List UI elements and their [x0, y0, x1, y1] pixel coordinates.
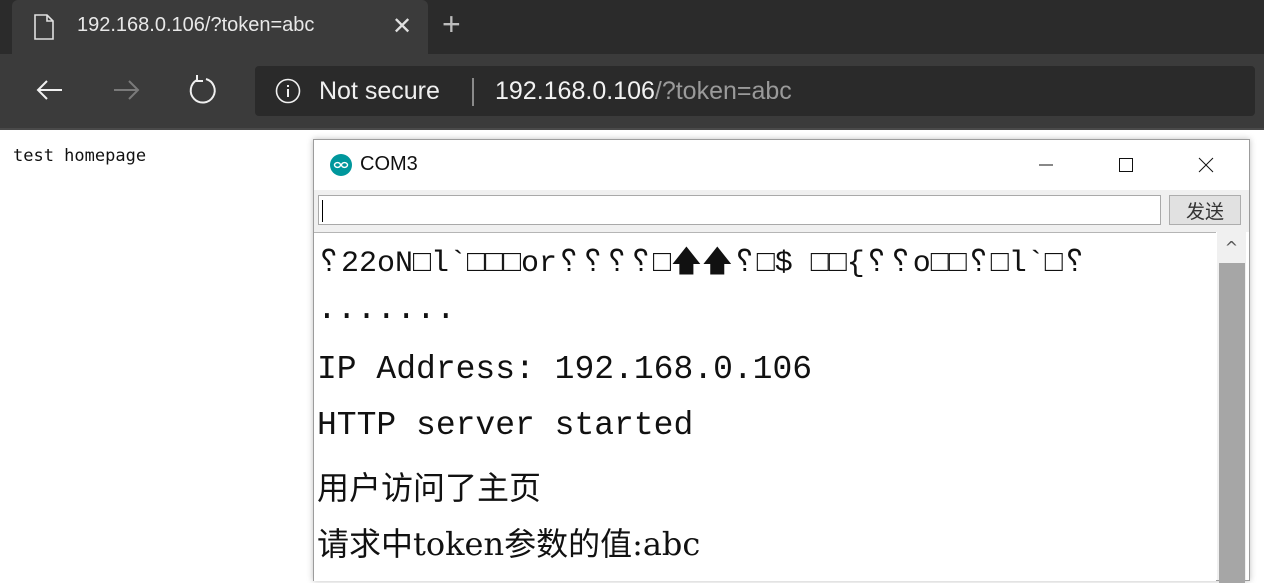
- output-line: 请求中token参数的值:abc: [317, 525, 701, 563]
- url-host: 192.168.0.106: [495, 77, 655, 105]
- window-titlebar[interactable]: COM3: [314, 140, 1249, 190]
- close-icon: [1198, 157, 1214, 173]
- vertical-scrollbar[interactable]: ^: [1217, 232, 1246, 583]
- send-row: 发送: [314, 190, 1249, 232]
- send-button[interactable]: 发送: [1169, 195, 1241, 225]
- back-arrow-icon[interactable]: [32, 72, 68, 108]
- output-line: ␦22oN□l`□□□or␦␦␦␦□🡅🡅␦□$ □□{␦␦o□□␦□l`□␦: [317, 247, 1087, 281]
- url-text[interactable]: 192.168.0.106/?token=abc: [495, 77, 792, 106]
- minimize-button[interactable]: [1026, 150, 1066, 180]
- maximize-icon: [1119, 158, 1133, 172]
- scrollbar-thumb[interactable]: [1219, 263, 1245, 583]
- document-icon: [34, 14, 54, 40]
- output-line: IP Address: 192.168.0.106: [317, 351, 813, 388]
- scroll-up-button[interactable]: ^: [1217, 232, 1246, 262]
- close-button[interactable]: [1186, 150, 1226, 180]
- tab-title: 192.168.0.106/?token=abc: [77, 14, 315, 36]
- new-tab-button[interactable]: +: [442, 6, 461, 43]
- serial-output[interactable]: ␦22oN□l`□□□or␦␦␦␦□🡅🡅␦□$ □□{␦␦o□□␦□l`□␦ .…: [314, 232, 1216, 581]
- text-caret: [322, 200, 323, 222]
- page-body-text: test homepage: [13, 146, 147, 166]
- serial-monitor-window: COM3 发送 ␦22oN□l`□□□or␦␦␦␦□🡅🡅␦□$ □□{␦␦o□□…: [313, 139, 1250, 583]
- output-line: HTTP server started: [317, 407, 694, 444]
- forward-arrow-icon[interactable]: [108, 72, 144, 108]
- browser-tab[interactable]: 192.168.0.106/?token=abc ✕: [12, 0, 428, 54]
- output-line: 用户访问了主页: [317, 469, 542, 507]
- url-path: /?token=abc: [654, 77, 792, 105]
- omnibox-divider: [472, 78, 474, 106]
- info-icon[interactable]: [275, 78, 301, 104]
- browser-tab-bar: 192.168.0.106/?token=abc ✕ +: [0, 0, 1264, 54]
- maximize-button[interactable]: [1106, 150, 1146, 180]
- serial-input-field[interactable]: [318, 195, 1161, 225]
- address-bar[interactable]: Not secure 192.168.0.106/?token=abc: [255, 66, 1255, 116]
- arduino-icon: [330, 154, 352, 176]
- output-line: .......: [317, 291, 456, 328]
- window-title: COM3: [360, 153, 418, 175]
- browser-toolbar: Not secure 192.168.0.106/?token=abc: [0, 54, 1264, 130]
- reload-icon[interactable]: [184, 72, 220, 108]
- minimize-icon: [1039, 164, 1053, 166]
- tab-close-button[interactable]: ✕: [392, 12, 412, 41]
- security-label[interactable]: Not secure: [319, 77, 440, 106]
